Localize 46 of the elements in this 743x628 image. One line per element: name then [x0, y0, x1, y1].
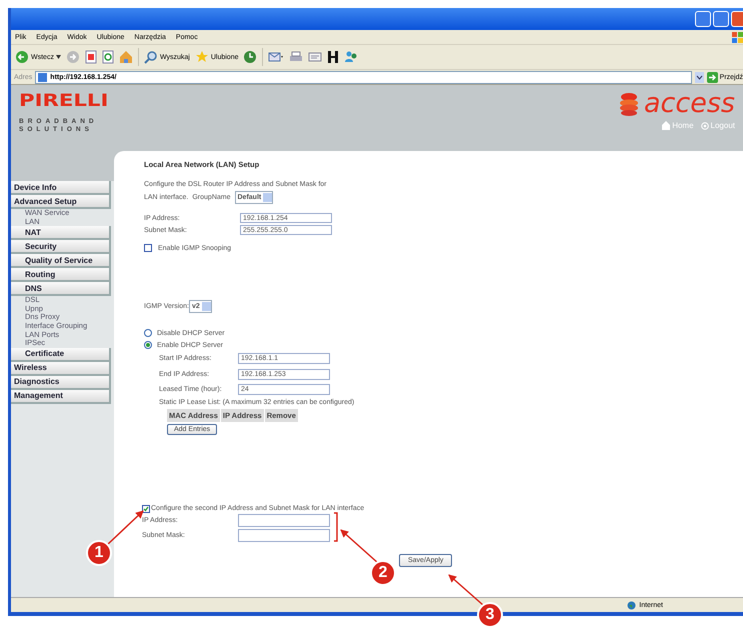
sidebar-button[interactable]: Management	[11, 390, 111, 404]
globe-icon	[627, 600, 636, 610]
stacked-discs-icon	[618, 92, 640, 116]
sidebar-button[interactable]: Security	[11, 240, 111, 254]
callout-arrow	[340, 529, 378, 564]
checkbox[interactable]	[144, 244, 152, 252]
sidebar-button[interactable]: Device Info	[11, 181, 111, 195]
callout-arrow	[448, 574, 484, 606]
star-icon	[194, 50, 209, 64]
maximize-button[interactable]	[713, 11, 729, 27]
letter-h-icon[interactable]	[327, 50, 340, 64]
sidebar-button[interactable]: DNS	[11, 282, 111, 296]
caret-icon	[56, 55, 61, 59]
logo-text: PIRELLI	[19, 91, 110, 111]
search-icon	[144, 50, 158, 64]
sidebar-button[interactable]: Quality of Service	[11, 254, 111, 268]
page-icon	[38, 72, 48, 82]
refresh-icon[interactable]	[102, 50, 114, 64]
radio-button[interactable]	[144, 341, 152, 349]
sidebar-button[interactable]: Routing	[11, 268, 111, 282]
callout-arrow	[106, 510, 144, 546]
bracket	[334, 512, 338, 542]
people-icon[interactable]	[344, 50, 358, 64]
checkbox[interactable]	[142, 504, 150, 512]
house-icon	[662, 121, 670, 130]
minimize-button[interactable]	[695, 11, 711, 27]
flag-logo-icon	[731, 30, 743, 44]
sidebar-button[interactable]: Certificate	[11, 348, 111, 362]
circle-dot-icon	[700, 122, 709, 130]
brand-text: access	[644, 91, 735, 117]
input-field[interactable]	[238, 528, 330, 542]
printer-icon[interactable]	[289, 50, 304, 64]
document-icon[interactable]	[308, 50, 322, 64]
sidebar-button[interactable]: Advanced Setup	[11, 195, 111, 209]
radio-button[interactable]	[144, 329, 152, 337]
home-icon[interactable]	[118, 50, 133, 64]
sidebar-button[interactable]: NAT	[11, 226, 111, 240]
close-button[interactable]	[731, 11, 743, 27]
stop-icon[interactable]	[84, 50, 97, 64]
sidebar-button[interactable]: Diagnostics	[11, 376, 111, 390]
callout-number: 3	[477, 602, 503, 628]
sidebar-button[interactable]: Wireless	[11, 362, 111, 376]
input-field[interactable]	[238, 514, 330, 526]
history-icon[interactable]	[243, 50, 258, 64]
go-arrow-icon	[706, 72, 718, 82]
mail-icon[interactable]	[268, 50, 284, 64]
